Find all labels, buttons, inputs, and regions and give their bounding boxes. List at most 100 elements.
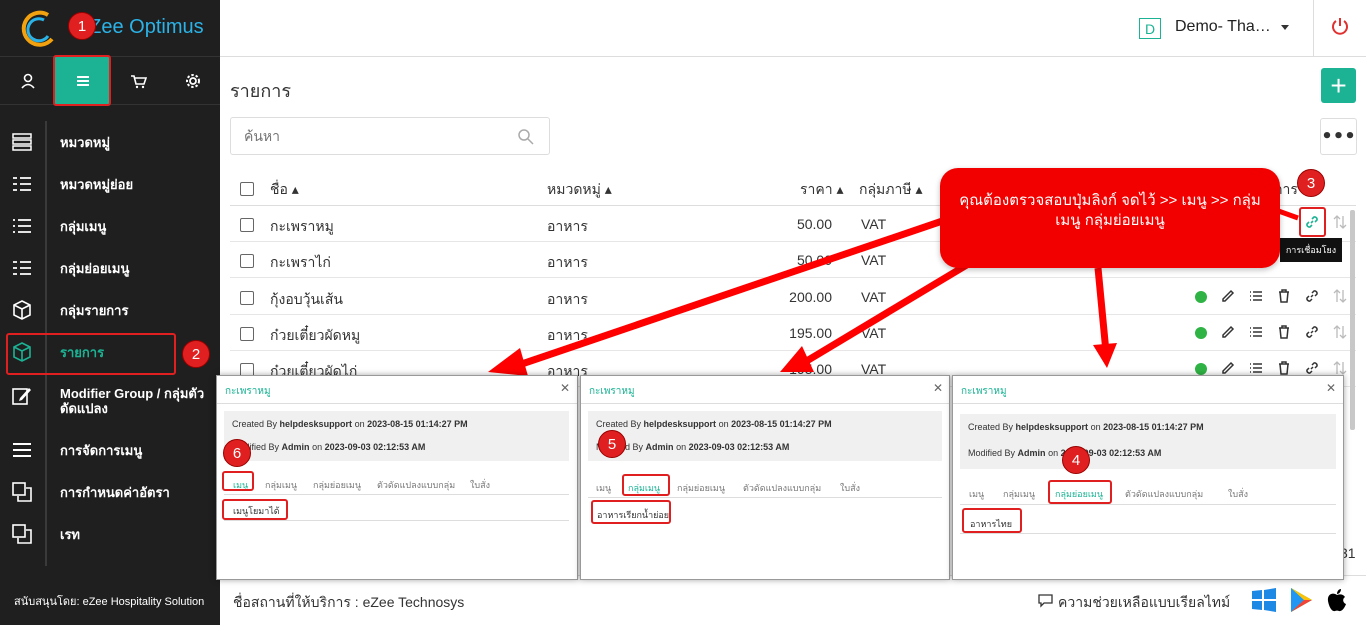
sidebar-item-menu-subgroup[interactable]: กลุ่มย่อยเมนู: [0, 258, 220, 278]
item-tax: VAT: [861, 325, 887, 341]
column-header-tax[interactable]: กลุ่มภาษี ▴: [859, 179, 923, 201]
edit-icon[interactable]: [1220, 360, 1236, 376]
item-price: 50.00: [796, 252, 832, 268]
item-tax: VAT: [861, 216, 887, 232]
add-item-button[interactable]: +: [1321, 68, 1356, 103]
power-icon[interactable]: [1330, 16, 1350, 36]
sidebar-item-label: เรท: [60, 526, 80, 542]
more-options-button[interactable]: •••: [1320, 118, 1357, 155]
tab-divider: [960, 504, 1336, 505]
page-title: รายการ: [230, 81, 291, 101]
sidebar-item-rate-config[interactable]: การกำหนดค่าอัตรา: [0, 482, 220, 502]
sidebar-item-modifier-group[interactable]: Modifier Group / กลุ่มตัวดัดแปลง: [0, 386, 220, 418]
tab-cart[interactable]: [110, 57, 165, 105]
panel-audit-info: Created By helpdesksupport on 2023-08-15…: [224, 411, 569, 461]
panel-divider: [217, 403, 577, 404]
chat-help-icon[interactable]: [1038, 593, 1053, 608]
chevron-down-icon[interactable]: [1281, 25, 1289, 30]
select-all-checkbox[interactable]: [240, 182, 254, 196]
trash-icon[interactable]: [1276, 360, 1292, 376]
linked-menu-panel: กะเพราหมู ✕ Created By helpdesksupport o…: [216, 375, 578, 580]
reorder-icon[interactable]: [1332, 360, 1348, 376]
reorder-icon[interactable]: [1332, 288, 1348, 304]
row-divider: [960, 533, 1336, 534]
trash-icon[interactable]: [1276, 288, 1292, 304]
tab-settings[interactable]: [165, 57, 220, 105]
edit-icon[interactable]: [1220, 288, 1236, 304]
tab-menu[interactable]: เมนู: [596, 481, 611, 495]
search-box: [230, 117, 550, 155]
list-icon[interactable]: [1248, 288, 1264, 304]
link-icon[interactable]: [1304, 288, 1320, 304]
reorder-icon[interactable]: [1332, 214, 1348, 230]
realtime-help-link[interactable]: ความช่วยเหลือแบบเรียลไทม์: [1058, 592, 1230, 614]
row-checkbox[interactable]: [240, 218, 254, 232]
search-icon[interactable]: [517, 128, 534, 145]
tab-order[interactable]: ใบสั่ง: [840, 481, 860, 495]
item-category: อาหาร: [547, 254, 588, 270]
column-header-price[interactable]: ราคา ▴: [800, 179, 844, 201]
logo-bar: eZee Optimus: [0, 0, 220, 57]
tab-profile[interactable]: [0, 57, 55, 105]
row-divider: [224, 520, 569, 521]
sidebar-item-category[interactable]: หมวดหมู่: [0, 132, 220, 152]
tab-menu[interactable]: เมนู: [969, 487, 984, 501]
table-row[interactable]: ก๋วยเตี๋ยวผัดหมู อาหาร 195.00 VAT: [230, 315, 1356, 351]
scrollbar[interactable]: [1350, 210, 1355, 430]
menu-icon: [13, 443, 31, 457]
menu-group-value-highlight: [591, 500, 671, 524]
property-badge[interactable]: D: [1139, 18, 1161, 39]
box-icon: [13, 300, 31, 320]
close-icon[interactable]: ✕: [560, 381, 570, 395]
windows-icon[interactable]: [1251, 587, 1277, 613]
list-icon[interactable]: [1248, 324, 1264, 340]
sidebar-item-rate[interactable]: เรท: [0, 524, 220, 544]
google-play-icon[interactable]: [1288, 587, 1314, 613]
table-row[interactable]: กุ้งอบวุ้นเส้น อาหาร 200.00 VAT: [230, 279, 1356, 315]
sidebar-item-menu-group[interactable]: กลุ่มเมนู: [0, 216, 220, 236]
tab-modifier-group[interactable]: ตัวดัดแปลงแบบกลุ่ม: [377, 478, 455, 492]
edit-icon[interactable]: [1220, 324, 1236, 340]
items-nav-highlight: [6, 333, 176, 375]
powered-by: สนับสนุนโดย: eZee Hospitality Solution: [14, 596, 205, 608]
sidebar-item-menu-management[interactable]: การจัดการเมนู: [0, 440, 220, 460]
search-input[interactable]: [244, 128, 504, 144]
tab-menu-group[interactable]: กลุ่มเมนู: [265, 478, 297, 492]
tab-menu-subgroup[interactable]: กลุ่มย่อยเมนู: [677, 481, 725, 495]
panel-title: กะเพราหมู: [589, 386, 635, 397]
tab-menu-subgroup[interactable]: กลุ่มย่อยเมนู: [313, 478, 361, 492]
link-icon[interactable]: [1304, 360, 1320, 376]
step-badge-3: 3: [1297, 169, 1325, 197]
row-checkbox[interactable]: [240, 254, 254, 268]
row-checkbox[interactable]: [240, 327, 254, 341]
tab-menu-group[interactable]: กลุ่มเมนู: [1003, 487, 1035, 501]
link-icon[interactable]: [1304, 324, 1320, 340]
linked-menu-subgroup-panel: กะเพราหมู ✕ Created By helpdesksupport o…: [952, 375, 1344, 580]
close-icon[interactable]: ✕: [933, 381, 943, 395]
created-line: Created By helpdesksupport on 2023-08-15…: [596, 419, 832, 429]
tab-order[interactable]: ใบสั่ง: [470, 478, 490, 492]
property-selector[interactable]: Demo- Tha…: [1175, 18, 1271, 36]
copy-icon: [12, 482, 32, 502]
item-name: กุ้งอบวุ้นเส้น: [270, 291, 343, 307]
item-price: 200.00: [789, 289, 832, 305]
tab-divider: [588, 497, 942, 498]
tab-modifier-group[interactable]: ตัวดัดแปลงแบบกลุ่ม: [1125, 487, 1203, 501]
panel-title: กะเพราหมู: [961, 386, 1007, 397]
tab-order[interactable]: ใบสั่ง: [1228, 487, 1248, 501]
close-icon[interactable]: ✕: [1326, 381, 1336, 395]
tab-modifier-group[interactable]: ตัวดัดแปลงแบบกลุ่ม: [743, 481, 821, 495]
instruction-callout: คุณต้องตรวจสอบปุ่มลิงก์ จดไว้ >> เมนู >>…: [940, 168, 1280, 268]
footer-provider: ชื่อสถานที่ให้บริการ : eZee Technosys: [233, 594, 465, 610]
sidebar-item-item-group[interactable]: กลุ่มรายการ: [0, 300, 220, 320]
list-icon[interactable]: [1248, 360, 1264, 376]
item-name: ก๋วยเตี๋ยวผัดหมู: [270, 327, 361, 343]
apple-icon[interactable]: [1324, 587, 1350, 613]
column-header-name[interactable]: ชื่อ ▴: [270, 179, 299, 201]
trash-icon[interactable]: [1276, 324, 1292, 340]
sidebar-item-subcategory[interactable]: หมวดหมู่ย่อย: [0, 174, 220, 194]
reorder-icon[interactable]: [1332, 324, 1348, 340]
sidebar-item-label: Modifier Group / กลุ่มตัวดัดแปลง: [60, 386, 205, 416]
row-checkbox[interactable]: [240, 291, 254, 305]
column-header-category[interactable]: หมวดหมู่ ▴: [547, 179, 612, 201]
